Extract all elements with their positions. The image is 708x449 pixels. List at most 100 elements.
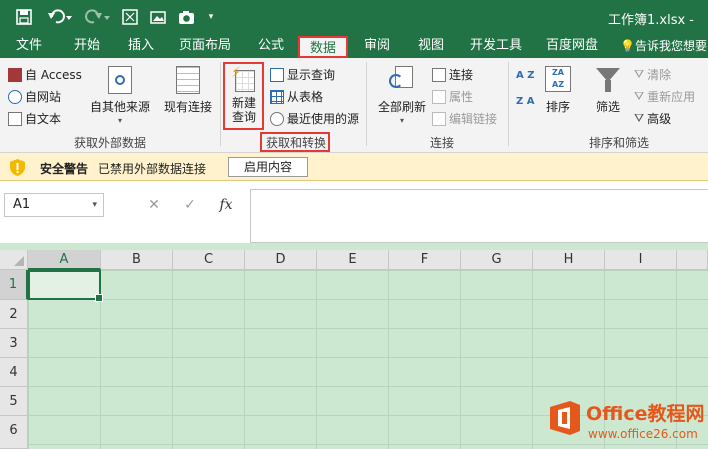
tab-formulas[interactable]: 公式: [248, 34, 294, 58]
formula-area: A1 ▾ ✕ ✓ fx: [0, 181, 708, 243]
tab-developer[interactable]: 开发工具: [462, 34, 530, 58]
sort-az-button[interactable]: A Z: [516, 70, 534, 81]
insert-function-icon[interactable]: fx: [208, 197, 244, 213]
get-transform-highlight: [260, 132, 330, 152]
ribbon-separator: [220, 62, 221, 146]
formula-input[interactable]: [250, 189, 708, 243]
from-text-button[interactable]: 自文本: [8, 110, 61, 127]
reapply-button[interactable]: ⛛ 重新应用: [634, 88, 695, 105]
column-header[interactable]: B: [101, 250, 173, 270]
tab-insert[interactable]: 插入: [118, 34, 164, 58]
ribbon-tabs: 文件 开始 插入 页面布局 公式 数据 审阅 视图 开发工具 百度网盘 💡告诉我…: [0, 34, 708, 58]
screenshot-icon[interactable]: [120, 7, 140, 27]
dropdown-arrow-icon: ▾: [117, 116, 122, 125]
tell-me-text: 告诉我您想要: [634, 39, 707, 53]
group-label-sort-filter: 排序和筛选: [588, 136, 649, 150]
cancel-icon[interactable]: ✕: [136, 197, 172, 213]
column-header[interactable]: C: [173, 250, 245, 270]
from-web-button[interactable]: 自网站: [8, 88, 61, 105]
ribbon-separator: [508, 62, 509, 146]
column-header[interactable]: F: [389, 250, 461, 270]
existing-connections-icon: [176, 66, 200, 94]
row-header[interactable]: 6: [0, 416, 28, 449]
tell-me-box[interactable]: 💡告诉我您想要: [620, 34, 708, 58]
enter-icon[interactable]: ✓: [172, 197, 208, 213]
enable-content-button[interactable]: 启用内容: [228, 157, 308, 177]
recent-sources-icon: [270, 111, 284, 126]
security-warning-message: 已禁用外部数据连接: [98, 162, 207, 176]
watermark: Office教程网 www.office26.com: [538, 395, 708, 449]
properties-button[interactable]: 属性: [432, 88, 473, 105]
table-icon: [270, 89, 284, 104]
existing-connections-button[interactable]: 现有连接: [160, 66, 216, 114]
tab-review[interactable]: 审阅: [354, 34, 400, 58]
advanced-button[interactable]: ⛛ 高级: [634, 110, 671, 127]
column-header[interactable]: D: [245, 250, 317, 270]
ribbon-separator: [366, 62, 367, 146]
sort-dialog-icon: ZA AZ: [545, 66, 571, 92]
column-header[interactable]: H: [533, 250, 605, 270]
ribbon-data: 自 Access 自网站 自文本 自其他来源 ▾ 现有连接 获取外部数据 ⚡ 新…: [0, 58, 708, 153]
sort-za-icon: Z A: [516, 96, 535, 107]
group-label-connections: 连接: [429, 136, 454, 150]
row-header[interactable]: 2: [0, 300, 28, 329]
refresh-all-button[interactable]: 全部刷新 ▾: [374, 66, 430, 128]
name-box[interactable]: A1 ▾: [4, 193, 104, 217]
sort-az-icon: A Z: [516, 70, 535, 81]
active-cell-a1[interactable]: [28, 270, 103, 302]
web-icon: [8, 89, 22, 104]
tab-page-layout[interactable]: 页面布局: [172, 34, 238, 58]
from-table-button[interactable]: 从表格: [270, 88, 323, 105]
sort-za-button[interactable]: Z A: [516, 96, 534, 107]
column-header[interactable]: [677, 250, 708, 270]
clear-button[interactable]: ⛛ 清除: [634, 66, 671, 83]
sort-button[interactable]: ZA AZ 排序: [540, 66, 576, 114]
other-sources-button[interactable]: 自其他来源 ▾: [90, 66, 150, 128]
tab-file[interactable]: 文件: [6, 34, 52, 58]
shield-icon: [10, 159, 25, 176]
show-queries-icon: [270, 67, 284, 82]
show-queries-button[interactable]: 显示查询: [270, 66, 335, 83]
recent-sources-button[interactable]: 最近使用的源: [270, 110, 359, 127]
tab-baidu-pan[interactable]: 百度网盘: [538, 34, 606, 58]
properties-icon: [432, 89, 446, 104]
filter-button[interactable]: 筛选: [590, 66, 626, 114]
dropdown-arrow-icon: ▾: [399, 116, 404, 125]
formula-buttons: ✕ ✓ fx: [136, 193, 246, 217]
column-header[interactable]: G: [461, 250, 533, 270]
reapply-icon: ⛛: [634, 89, 645, 103]
connections-button[interactable]: 连接: [432, 66, 473, 83]
row-header[interactable]: 1: [0, 270, 28, 300]
office-logo-icon: [550, 401, 580, 435]
customize-qat-icon[interactable]: ▾: [204, 7, 218, 27]
refresh-all-icon: [389, 66, 415, 94]
select-all-corner[interactable]: [0, 250, 28, 270]
security-warning-bar: 安全警告 已禁用外部数据连接 启用内容: [0, 153, 708, 181]
row-header[interactable]: 5: [0, 387, 28, 416]
connections-icon: [432, 67, 446, 82]
row-header[interactable]: 4: [0, 358, 28, 387]
new-query-highlight: [223, 62, 264, 130]
watermark-url: www.office26.com: [588, 427, 698, 441]
undo-icon[interactable]: [46, 7, 74, 27]
security-warning-title: 安全警告: [40, 162, 89, 176]
text-file-icon: [8, 111, 22, 126]
tab-view[interactable]: 视图: [408, 34, 454, 58]
picture-icon[interactable]: [148, 7, 168, 27]
row-header[interactable]: 3: [0, 329, 28, 358]
tab-home[interactable]: 开始: [64, 34, 110, 58]
other-sources-icon: [108, 66, 132, 94]
column-header[interactable]: E: [317, 250, 389, 270]
column-header[interactable]: I: [605, 250, 677, 270]
from-access-button[interactable]: 自 Access: [8, 66, 82, 83]
edit-links-button[interactable]: 编辑链接: [432, 110, 497, 127]
window-title: 工作簿1.xlsx -: [608, 13, 694, 28]
access-icon: [8, 67, 22, 82]
tab-data[interactable]: 数据: [298, 36, 348, 58]
name-box-dropdown-icon[interactable]: ▾: [92, 194, 97, 216]
column-header[interactable]: A: [28, 250, 101, 270]
camera-icon[interactable]: [176, 7, 196, 27]
title-bar: ▾ 工作簿1.xlsx -: [0, 0, 708, 34]
redo-icon: [84, 7, 112, 27]
save-icon[interactable]: [14, 7, 34, 27]
